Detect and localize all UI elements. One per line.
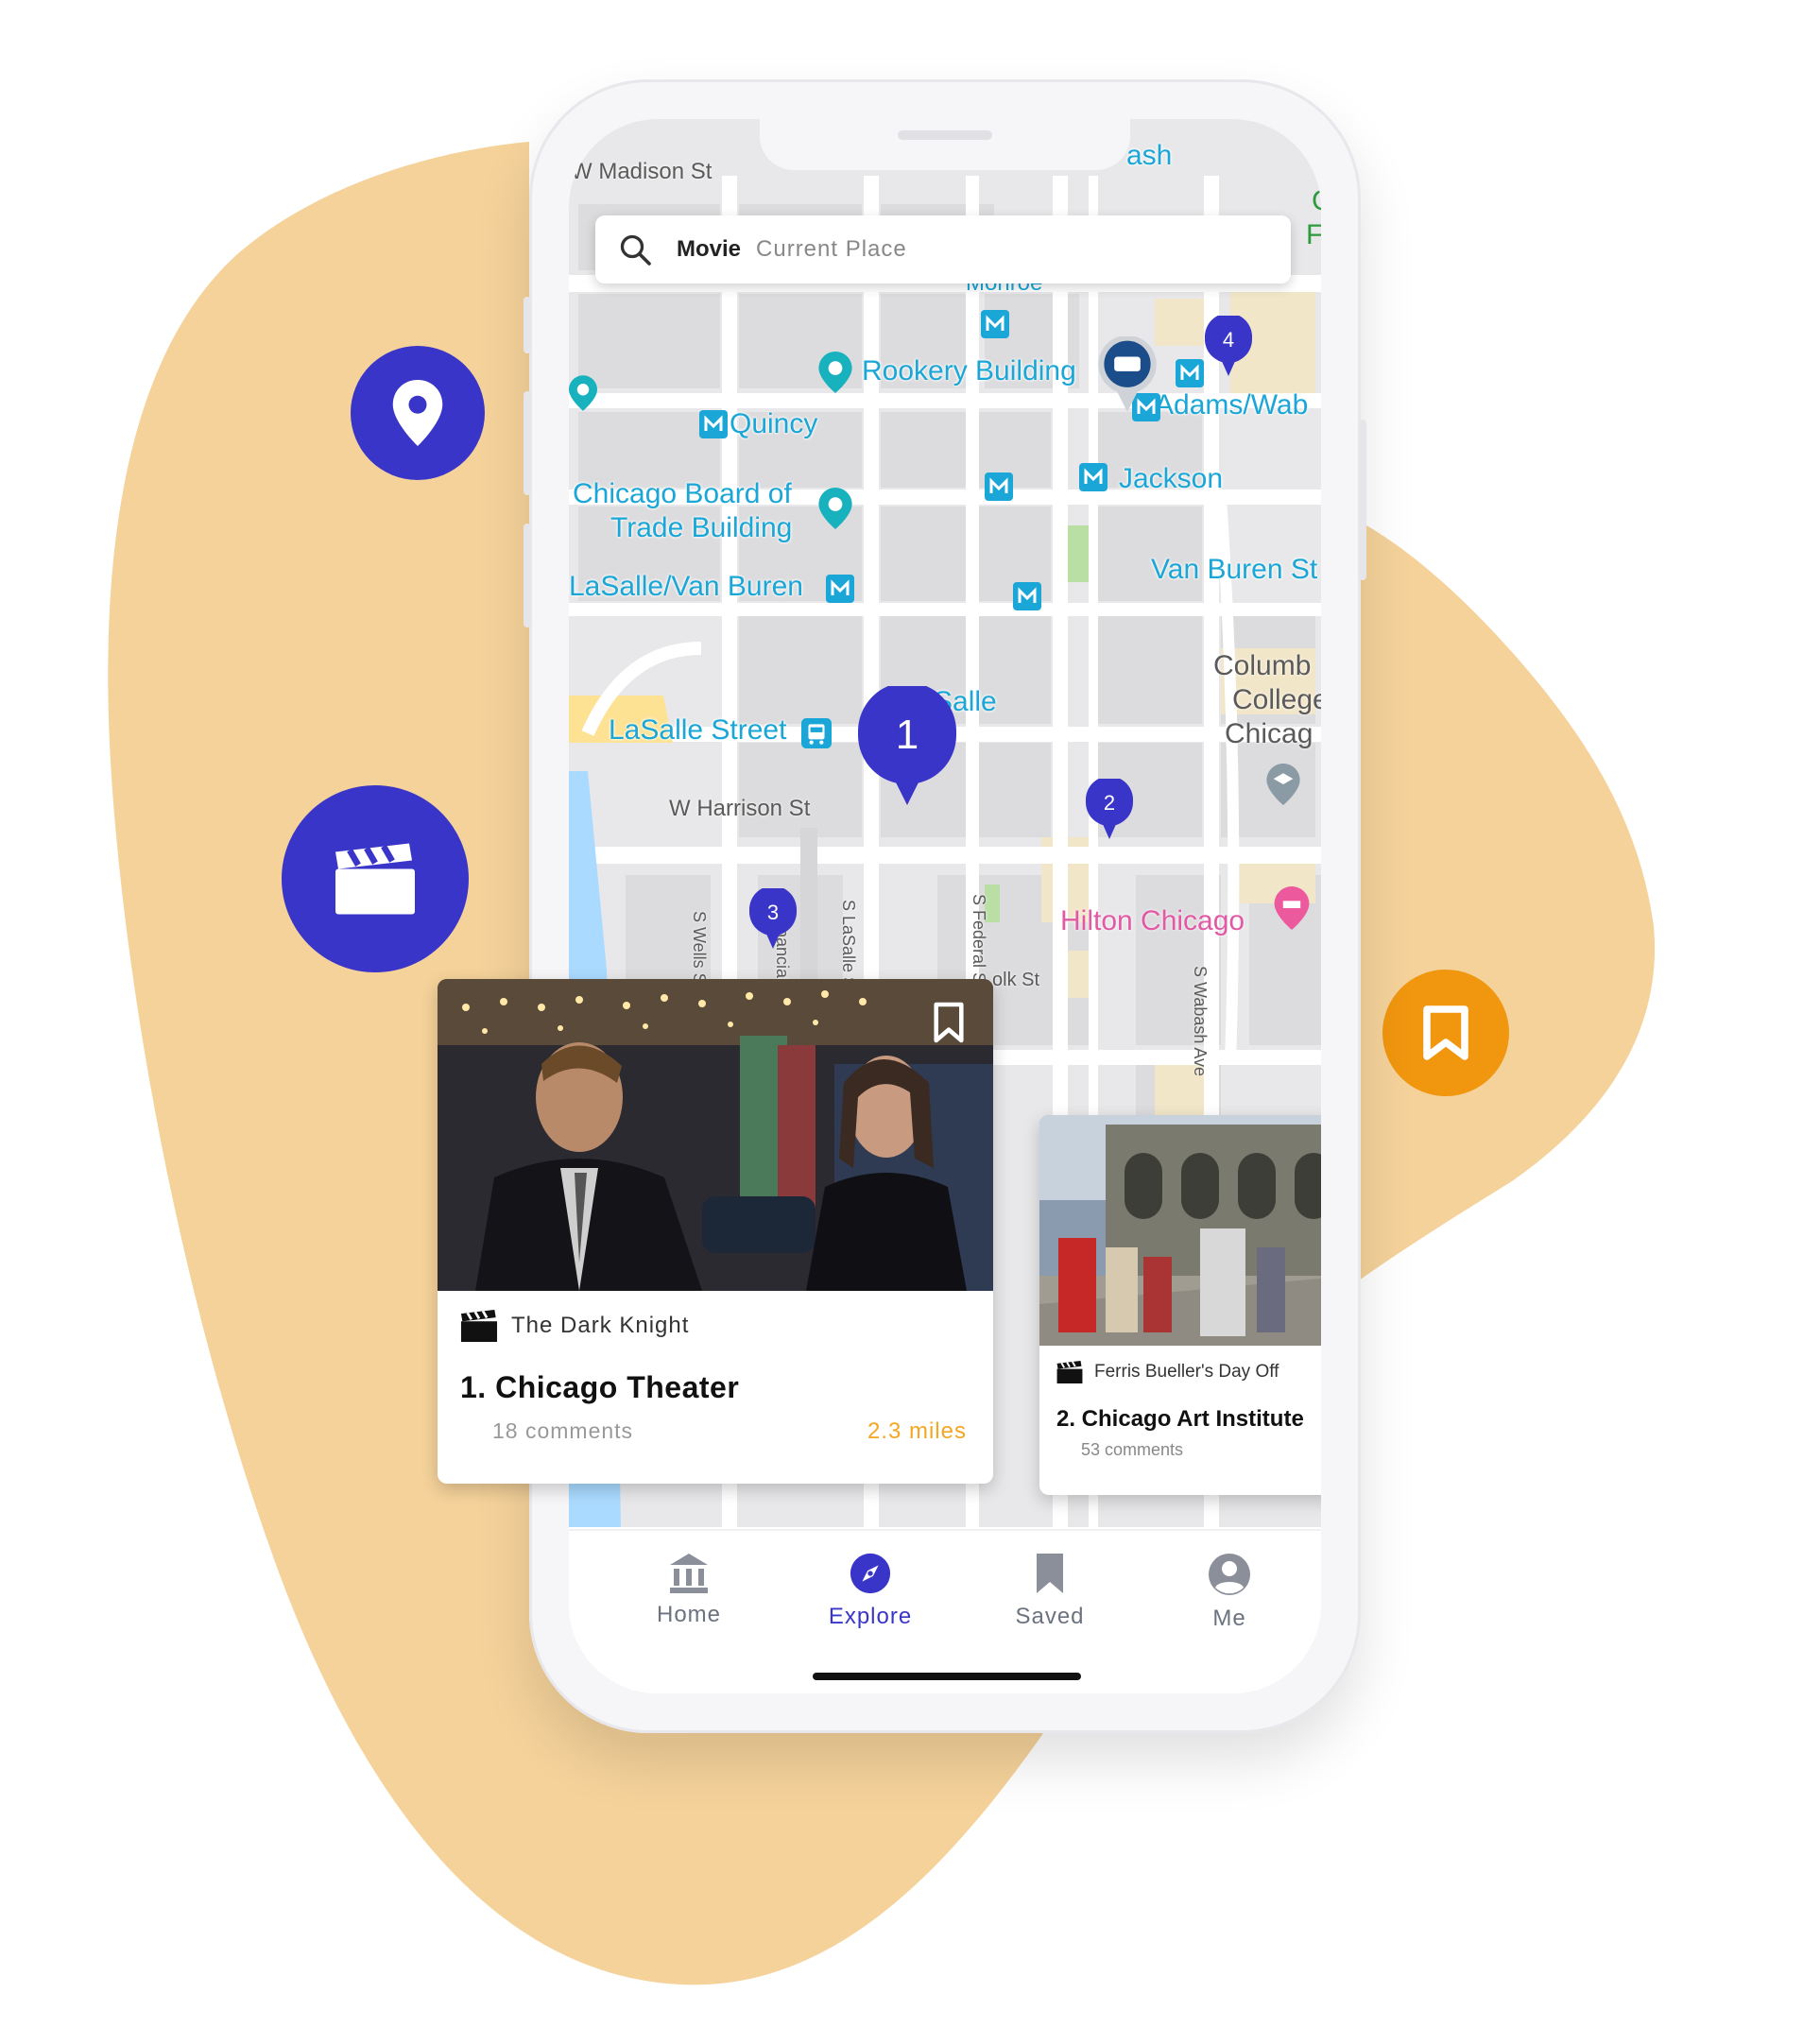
location-card-1[interactable]: The Dark Knight 1. Chicago Theater 18 co… <box>438 979 993 1484</box>
marker-number: 4 <box>1223 328 1234 352</box>
clapperboard-icon <box>335 843 415 915</box>
place-label: LaSalle/Van Buren <box>569 571 803 602</box>
card-distance: 2.3 miles <box>867 1418 967 1444</box>
tab-explore[interactable]: Explore <box>809 1552 932 1630</box>
search-query[interactable]: Movie <box>677 236 741 263</box>
place-label: Rookery Building <box>862 355 1076 387</box>
place-label: Hilton Chicago <box>1060 905 1245 936</box>
clapperboard-icon <box>1056 1361 1083 1383</box>
place-label: LaSalle Street <box>609 714 787 746</box>
card-title: 2. Chicago Art Institute <box>1056 1406 1304 1432</box>
clapperboard-icon <box>460 1310 498 1342</box>
card-movie-title: The Dark Knight <box>511 1313 690 1338</box>
search-placeholder[interactable]: Current Place <box>756 236 907 263</box>
street-label: S Federal St <box>970 894 988 989</box>
bookmark-outline-icon[interactable] <box>931 1000 967 1045</box>
bank-icon <box>670 1554 708 1593</box>
map-marker-3[interactable]: 3 <box>748 888 798 949</box>
location-pin-icon <box>392 380 443 446</box>
movie-float-button <box>282 785 469 972</box>
side-button <box>1359 420 1366 580</box>
bookmark-icon <box>1423 1005 1468 1060</box>
card-photo <box>438 979 993 1291</box>
side-button <box>524 391 531 495</box>
metro-icon <box>1176 359 1204 387</box>
tab-home[interactable]: Home <box>627 1552 750 1628</box>
metro-icon <box>699 410 728 438</box>
place-label: Chicago Board of <box>573 478 792 509</box>
place-label: Adams/Wab <box>1155 389 1309 421</box>
metro-icon <box>1013 582 1041 610</box>
map-marker-1[interactable]: 1 <box>856 686 958 805</box>
bus-icon <box>801 718 832 748</box>
college-pin-icon <box>1266 764 1300 805</box>
compass-icon <box>850 1553 891 1594</box>
tab-label: Explore <box>828 1604 913 1629</box>
marker-number: 3 <box>767 901 779 924</box>
tab-saved[interactable]: Saved <box>988 1552 1111 1630</box>
street-label: S Wabash Ave <box>1191 966 1210 1077</box>
phone-notch <box>760 119 1130 170</box>
tab-label: Saved <box>1015 1604 1085 1629</box>
place-label: Fo <box>1306 219 1321 250</box>
street-label: S Wells St <box>690 911 709 989</box>
place-label: Trade Building <box>610 512 793 543</box>
hotel-pin-icon <box>1274 886 1310 930</box>
marker-number: 2 <box>1104 791 1115 815</box>
metro-icon <box>1079 463 1107 491</box>
card-comments: 53 comments <box>1081 1440 1184 1459</box>
place-label: ash <box>1126 140 1173 171</box>
card-photo <box>1039 1115 1321 1346</box>
metro-icon <box>985 472 1013 501</box>
side-button <box>524 297 531 353</box>
map-marker-2[interactable]: 2 <box>1085 779 1134 839</box>
place-label: Quincy <box>730 408 818 439</box>
theater-pin-icon <box>1098 336 1157 412</box>
street-label: olk St <box>992 970 1040 990</box>
search-bar[interactable]: Movie Current Place <box>595 215 1291 283</box>
place-label: Van Buren St <box>1151 554 1318 585</box>
metro-icon <box>826 575 854 603</box>
street-label: W Madison St <box>571 159 713 184</box>
location-card-2[interactable]: Ferris Bueller's Day Off 2. Chicago Art … <box>1039 1115 1321 1495</box>
street-label: W Harrison St <box>669 796 811 821</box>
bookmark-icon <box>1037 1554 1063 1593</box>
card-movie-title: Ferris Bueller's Day Off <box>1094 1362 1279 1382</box>
place-pin-icon <box>818 352 852 393</box>
place-label: Columb <box>1213 650 1312 681</box>
place-label: Chicag <box>1225 718 1313 749</box>
place-label: C <box>1312 185 1321 217</box>
tab-label: Home <box>656 1602 722 1627</box>
speaker <box>898 130 992 140</box>
place-label: Jackson <box>1119 463 1224 494</box>
side-button <box>524 524 531 627</box>
account-icon <box>1209 1554 1250 1595</box>
place-label: College <box>1232 684 1321 715</box>
map-marker-4[interactable]: 4 <box>1204 316 1253 376</box>
phone-frame: W Madison St ash C Fo Monroe Movie Curre… <box>524 79 1366 1733</box>
tab-me[interactable]: Me <box>1168 1552 1291 1632</box>
metro-icon <box>981 310 1009 338</box>
card-title: 1. Chicago Theater <box>460 1370 740 1404</box>
bottom-tab-bar: Home Explore Saved Me <box>569 1529 1321 1693</box>
location-float-button <box>351 346 485 480</box>
place-pin-icon <box>818 488 852 529</box>
bookmark-float-button <box>1382 970 1509 1096</box>
marker-number: 1 <box>896 712 919 758</box>
home-indicator <box>813 1673 1081 1680</box>
card-comments: 18 comments <box>492 1418 634 1443</box>
search-icon <box>620 234 651 266</box>
tab-label: Me <box>1212 1606 1246 1631</box>
place-pin-icon <box>569 375 597 411</box>
